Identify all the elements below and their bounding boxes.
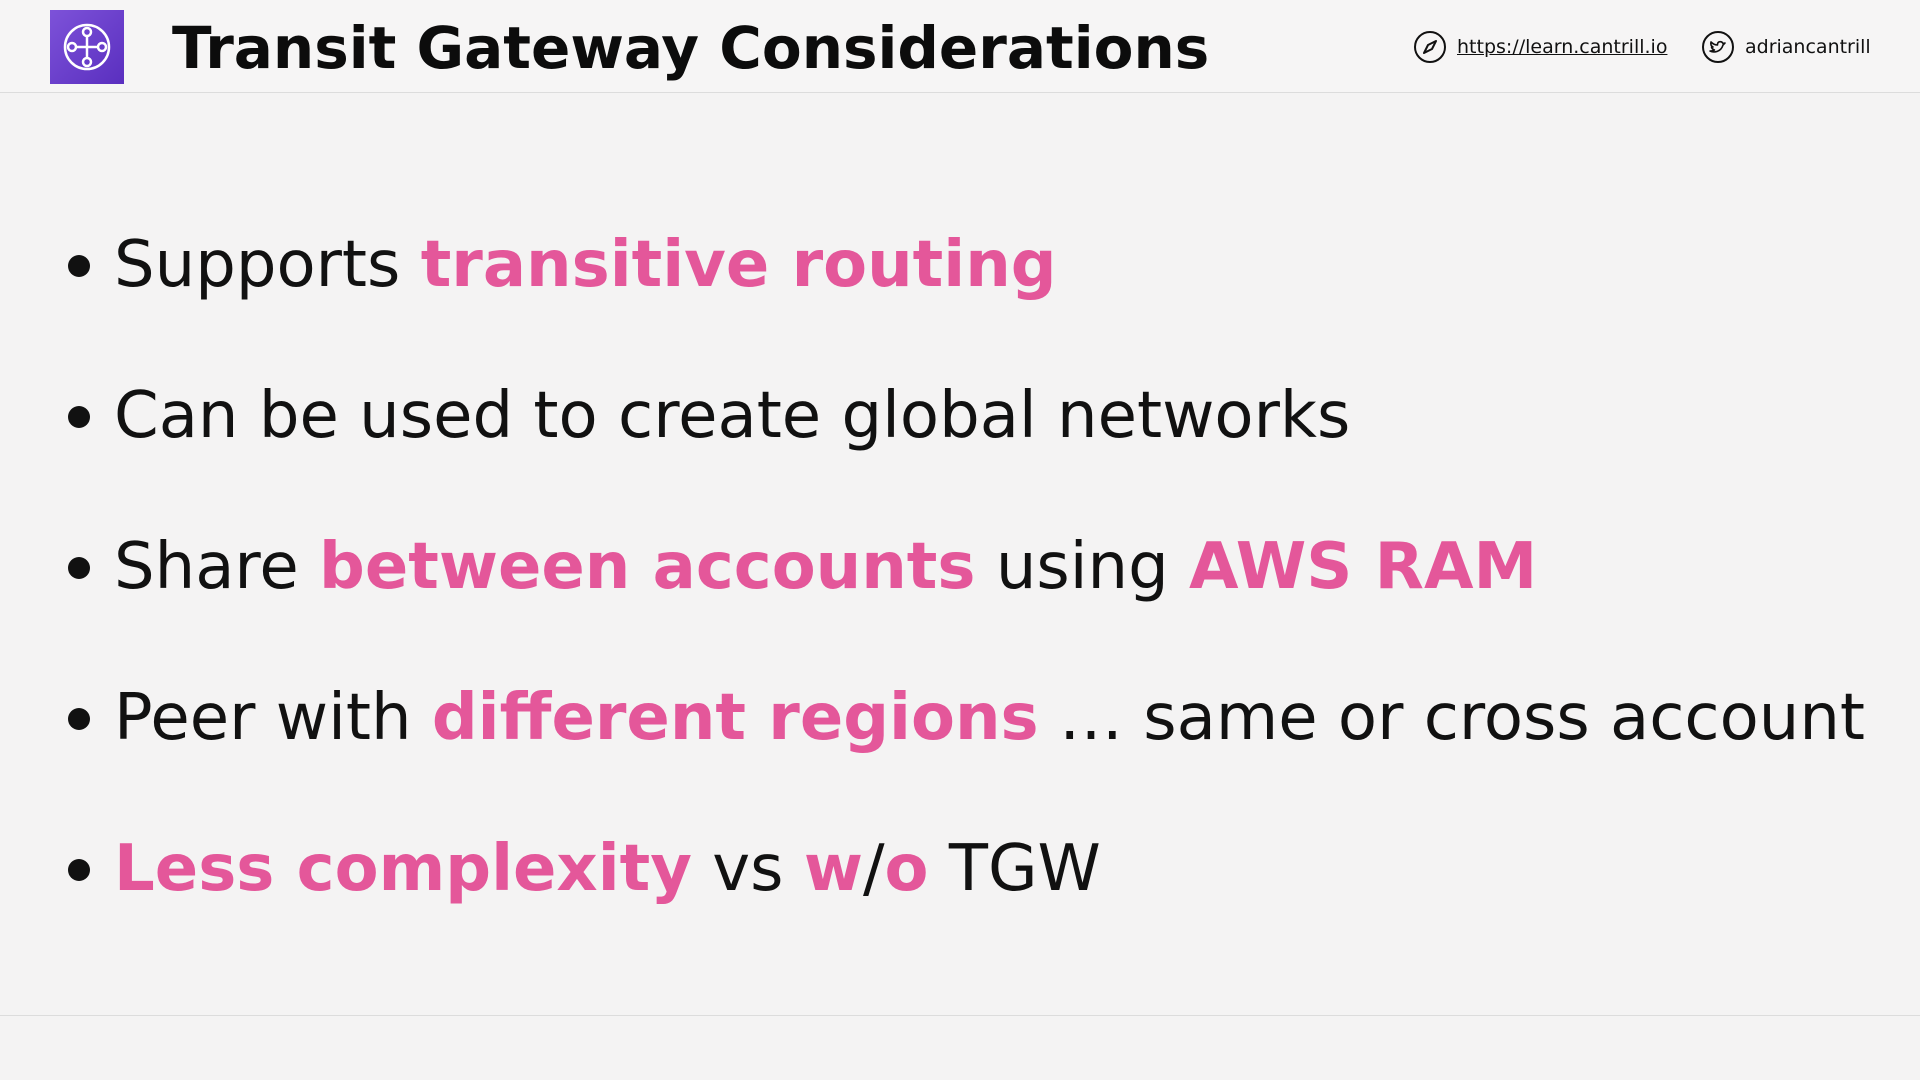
footer-divider — [0, 1015, 1920, 1016]
slide-title: Transit Gateway Considerations — [172, 14, 1210, 82]
bullet-item: Peer with different regions … same or cr… — [68, 643, 1865, 794]
bullet-dot-icon — [68, 858, 90, 881]
bullet-text: Share between accounts using AWS RAM — [114, 492, 1537, 643]
twitter-icon — [1701, 30, 1735, 64]
site-link[interactable]: https://learn.cantrill.io — [1413, 27, 1667, 67]
bullet-dot-icon — [68, 405, 90, 428]
bullet-text-segment: … same or cross account — [1038, 681, 1865, 755]
bullet-text: Supports transitive routing — [114, 190, 1057, 341]
highlighted-text: Less complexity — [114, 832, 692, 906]
bullet-text-segment: TGW — [928, 832, 1101, 906]
site-link-text[interactable]: https://learn.cantrill.io — [1457, 36, 1667, 58]
highlighted-text: different regions — [431, 681, 1039, 755]
slide: Transit Gateway Considerations https://l… — [0, 0, 1920, 1080]
compass-icon — [1413, 30, 1447, 64]
bullet-text: Less complexity vs w/o TGW — [114, 794, 1101, 945]
twitter-link[interactable]: adriancantrill — [1701, 27, 1871, 67]
bullet-list: Supports transitive routing Can be used t… — [68, 190, 1865, 945]
bullet-text-segment: Can be used to create global networks — [114, 379, 1351, 453]
bullet-dot-icon — [68, 254, 90, 277]
twitter-handle[interactable]: adriancantrill — [1745, 36, 1871, 58]
bullet-text-segment: using — [975, 530, 1190, 604]
highlighted-text: between accounts — [319, 530, 976, 604]
bullet-text-segment: / — [862, 832, 885, 906]
bullet-text: Peer with different regions … same or cr… — [114, 643, 1865, 794]
bullet-item: Supports transitive routing — [68, 190, 1865, 341]
bullet-item: Share between accounts using AWS RAM — [68, 492, 1865, 643]
transit-gateway-icon — [50, 10, 124, 84]
bullet-dot-icon — [68, 556, 90, 579]
slide-header: Transit Gateway Considerations https://l… — [0, 0, 1920, 93]
highlighted-text: transitive routing — [420, 228, 1057, 302]
bullet-text-segment: Share — [114, 530, 320, 604]
bullet-text-segment: vs — [691, 832, 804, 906]
bullet-dot-icon — [68, 707, 90, 730]
highlighted-text: o — [884, 832, 929, 906]
bullet-text-segment: Peer with — [114, 681, 432, 755]
highlighted-text: w — [803, 832, 863, 906]
bullet-text: Can be used to create global networks — [114, 341, 1350, 492]
bullet-item: Less complexity vs w/o TGW — [68, 794, 1865, 945]
bullet-item: Can be used to create global networks — [68, 341, 1865, 492]
bullet-text-segment: Supports — [114, 228, 421, 302]
highlighted-text: AWS RAM — [1189, 530, 1538, 604]
